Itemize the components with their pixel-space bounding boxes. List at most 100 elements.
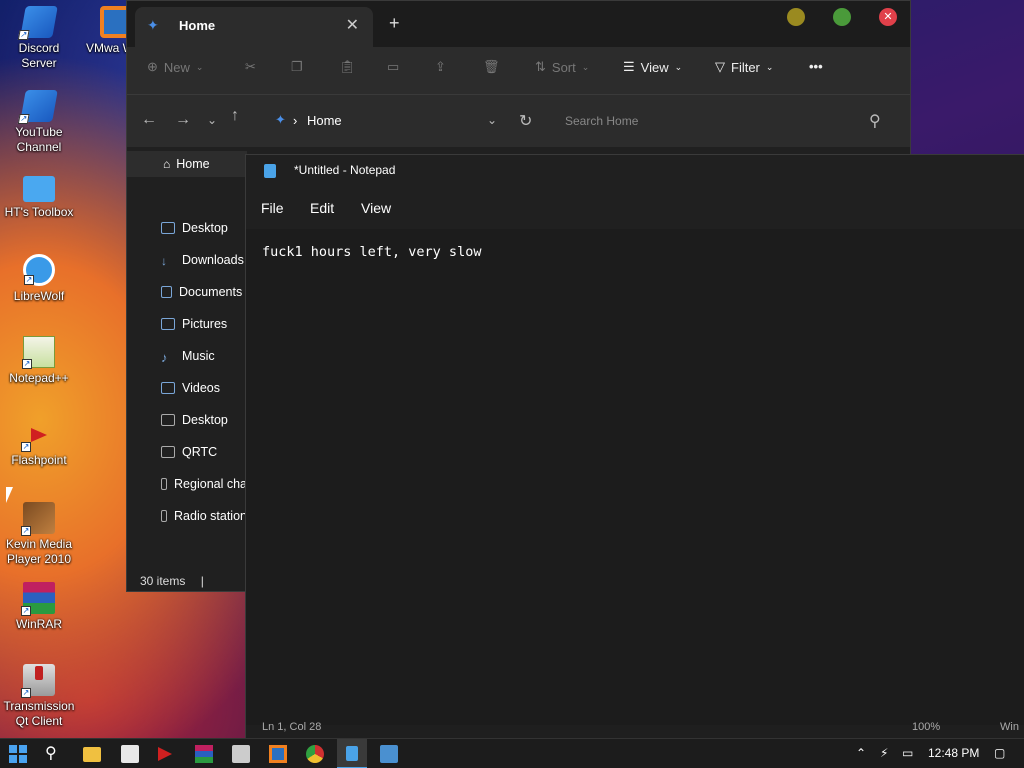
trash-icon: 🗑︎: [483, 59, 500, 74]
folder-icon: [161, 414, 175, 426]
desktop-icon-winrar[interactable]: ↗ WinRAR: [0, 582, 78, 632]
home-icon: ⌂: [163, 157, 171, 171]
desktop-icon-transmission[interactable]: ↗ Transmission Qt Client: [0, 664, 78, 729]
view-icon: ☰: [623, 59, 635, 74]
clock[interactable]: 12:48 PM: [928, 746, 979, 760]
maximize-button[interactable]: [833, 8, 851, 26]
back-arrow-icon[interactable]: ←: [141, 111, 157, 129]
sidebar-item-desktop[interactable]: Desktop: [127, 215, 247, 241]
store-taskbar-icon[interactable]: [121, 745, 139, 763]
desktop-icon-notepadpp[interactable]: ↗ Notepad++: [0, 336, 78, 386]
desktop-icon-discord-server[interactable]: ↗ Discord Server: [0, 6, 78, 71]
filter-button[interactable]: ▽ Filter ⌄: [715, 59, 773, 75]
notification-icon[interactable]: ▢: [994, 746, 1005, 760]
flashpoint-taskbar-icon[interactable]: [158, 745, 176, 763]
view-button[interactable]: ☰ View ⌄: [623, 59, 682, 75]
new-tab-button[interactable]: +: [389, 13, 400, 34]
breadcrumb-home[interactable]: Home: [307, 113, 342, 128]
sidebar-item-videos[interactable]: Videos: [127, 375, 247, 401]
cut-button[interactable]: ✂: [245, 59, 256, 75]
sort-button[interactable]: ⇅ Sort ⌄: [535, 59, 589, 75]
scissors-icon: ✂: [245, 59, 256, 74]
menu-file[interactable]: File: [261, 200, 284, 216]
desktop-icon-librewolf[interactable]: ↗ LibreWolf: [0, 254, 78, 304]
chrome-taskbar-icon[interactable]: [306, 745, 324, 763]
display-icon[interactable]: ▭: [902, 746, 913, 760]
forward-arrow-icon[interactable]: →: [175, 111, 191, 129]
new-button[interactable]: ⊕ New ⌄: [147, 59, 203, 75]
refresh-icon[interactable]: ↻: [519, 111, 532, 131]
chevron-up-icon[interactable]: ⌃: [856, 746, 866, 760]
explorer-tab-home[interactable]: ✦ Home ✕: [135, 7, 373, 47]
search-icon[interactable]: ⚲: [869, 111, 881, 131]
chevron-down-icon: ⌄: [195, 61, 204, 72]
desktop-icon-youtube-channel[interactable]: ↗ YouTube Channel: [0, 90, 78, 155]
notepad-titlebar[interactable]: *Untitled - Notepad: [246, 155, 1024, 187]
notepad-taskbar-icon[interactable]: [337, 739, 367, 768]
home-icon: ✦: [275, 112, 286, 127]
start-button[interactable]: [9, 745, 27, 763]
winrar-icon: ↗: [21, 582, 55, 616]
desktop-icon-label: Kevin Media Player 2010: [5, 537, 73, 566]
close-tab-icon[interactable]: ✕: [346, 15, 359, 35]
network-icon[interactable]: ⚡︎: [880, 746, 888, 760]
desktop-icon-label: YouTube Channel: [15, 125, 63, 154]
librewolf-icon: ↗: [23, 254, 55, 286]
sidebar-item-regional[interactable]: Regional cha: [127, 471, 247, 497]
winrar-taskbar-icon[interactable]: [195, 745, 213, 763]
paste-button[interactable]: 📋︎: [339, 59, 356, 75]
recent-chevron-icon[interactable]: ⌄: [207, 113, 217, 127]
menu-view[interactable]: View: [361, 200, 391, 216]
sidebar-item-documents[interactable]: Documents: [127, 279, 247, 305]
address-dropdown-icon[interactable]: ⌄: [487, 113, 497, 127]
item-count: 30 items: [140, 574, 186, 588]
delete-button[interactable]: 🗑︎: [483, 59, 500, 75]
share-button[interactable]: ⇪: [435, 59, 446, 75]
notepad-content[interactable]: fuck1 hours left, very slow: [262, 244, 481, 260]
sidebar-item-label: Regional cha: [174, 477, 247, 491]
search-placeholder: Search Home: [565, 114, 639, 128]
desktop-icon-vmware[interactable]: VMwa Workst: [76, 6, 132, 56]
transmission-taskbar-icon[interactable]: [232, 745, 250, 763]
vmware-taskbar-icon[interactable]: [269, 745, 287, 763]
close-button[interactable]: ✕: [879, 8, 897, 26]
desktop-icon-label: LibreWolf: [13, 289, 65, 303]
search-icon[interactable]: ⚲: [45, 743, 63, 762]
taskbar: ⚲ ⌃ ⚡︎ ▭ 12:48 PM ▢: [0, 738, 1024, 768]
sidebar-item-pictures[interactable]: Pictures: [127, 311, 247, 337]
desktop-icon-hts-toolbox[interactable]: HT's Toolbox: [0, 172, 78, 220]
up-arrow-icon[interactable]: ↑: [231, 107, 239, 125]
desktop-icon: [161, 222, 175, 234]
explorer-titlebar[interactable]: ✦ Home ✕ + ✕: [127, 1, 910, 47]
sidebar-item-downloads[interactable]: ↓ Downloads: [127, 247, 247, 273]
folder-icon: [161, 478, 168, 490]
notepad-window[interactable]: *Untitled - Notepad File Edit View fuck1…: [245, 154, 1024, 745]
view-button-label: View: [640, 59, 669, 75]
search-input[interactable]: Search Home: [555, 105, 895, 137]
sidebar-item-home[interactable]: ⌂ Home: [127, 151, 247, 177]
notepad-icon: [264, 164, 276, 178]
sidebar-item-desktop-2[interactable]: Desktop: [127, 407, 247, 433]
sidebar-item-radio[interactable]: Radio station: [127, 503, 247, 529]
flashpoint-icon: ↗: [21, 418, 55, 452]
notepad-text-area[interactable]: fuck1 hours left, very slow: [246, 229, 1024, 725]
sidebar-item-label: Radio station: [174, 509, 247, 523]
sidebar-item-label: Pictures: [182, 317, 228, 331]
copy-button[interactable]: ❐: [291, 59, 303, 75]
more-icon: •••: [809, 59, 823, 74]
encoding: Win: [1000, 721, 1019, 733]
desktop-icon-kevin-media-player[interactable]: ↗ Kevin Media Player 2010: [0, 502, 78, 567]
sidebar-item-label: Documents: [179, 285, 243, 299]
sidebar-item-qrtc[interactable]: QRTC: [127, 439, 247, 465]
desktop-icon-flashpoint[interactable]: ↗ Flashpoint: [0, 418, 78, 468]
more-options-button[interactable]: •••: [809, 59, 823, 74]
rename-button[interactable]: ▭: [387, 59, 399, 75]
cursor-position: Ln 1, Col 28: [262, 721, 322, 733]
photos-taskbar-icon[interactable]: [380, 745, 398, 763]
breadcrumb[interactable]: › Home: [293, 113, 342, 128]
sidebar-item-music[interactable]: ♪ Music: [127, 343, 247, 369]
navigation-pane: ⌂ Home Desktop ↓ Downloads Documents Pict…: [127, 147, 247, 567]
menu-edit[interactable]: Edit: [310, 200, 334, 216]
file-explorer-taskbar-icon[interactable]: [83, 747, 101, 762]
minimize-button[interactable]: [787, 8, 805, 26]
